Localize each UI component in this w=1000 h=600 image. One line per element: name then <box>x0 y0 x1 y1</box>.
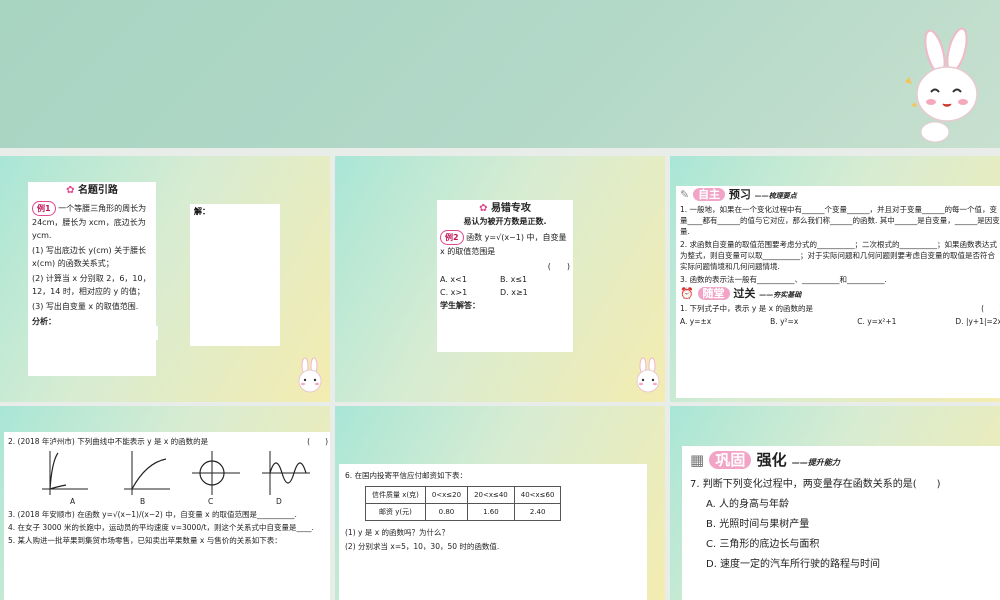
postage-table: 信件质量 x(克) 0<x≤20 20<x≤40 40<x≤60 邮资 y(元)… <box>365 486 562 521</box>
butterfly-icon: ✿ <box>479 203 488 214</box>
graph-d[interactable] <box>258 449 312 497</box>
graph-a[interactable] <box>36 449 90 497</box>
analysis-area[interactable] <box>150 326 158 340</box>
graph-label-b: B <box>140 497 146 506</box>
table-row: 信件质量 x(克) 0<x≤20 20<x≤40 40<x≤60 <box>365 486 562 504</box>
section-title: 易错专攻 <box>490 203 531 214</box>
pencil-icon: ✎ <box>680 188 690 201</box>
option-b[interactable]: B. x≤1 <box>500 275 527 284</box>
slide-consolidation[interactable]: ▦ 巩固 强化 ——提升能力 7. 判断下列变化过程中，两变量存在函数关系的是(… <box>670 406 1000 600</box>
easel-icon: ▦ <box>690 451 705 469</box>
option-a[interactable]: A. 人的身高与年龄 <box>690 495 994 515</box>
self-study-card: ✎ 自主 预习 ——梳理要点 1. 一般地，如果在一个变化过程中有______个… <box>676 186 1000 398</box>
section-title: ✿ 名题引路 <box>66 185 118 196</box>
consolidation-badge: 巩固 <box>709 451 752 469</box>
option-b[interactable]: B. y²=x <box>770 316 798 327</box>
graph-label-c: C <box>208 497 214 506</box>
option-a[interactable]: A. x<1 <box>440 273 500 286</box>
graph-c[interactable] <box>188 449 242 497</box>
option-d[interactable]: D. x≥1 <box>500 288 528 297</box>
mistakes-card: ✿ 易错专攻 易认为被开方数是正数. 例2 函数 y=√(x−1) 中，自变量 … <box>437 200 573 352</box>
slide-common-mistakes[interactable]: ✿ 易错专攻 易认为被开方数是正数. 例2 函数 y=√(x−1) 中，自变量 … <box>335 156 665 402</box>
curve-graphs: A B C D <box>8 449 328 507</box>
alarm-clock-icon: ⏰ <box>680 287 694 300</box>
bunny-mascot-icon <box>905 27 978 143</box>
consolidation-card: ▦ 巩固 强化 ——提升能力 7. 判断下列变化过程中，两变量存在函数关系的是(… <box>682 446 1000 600</box>
postage-card: 6. 在国内投寄平信应付邮资如下表： 信件质量 x(克) 0<x≤20 20<x… <box>339 464 647 600</box>
option-c[interactable]: C. x>1 <box>440 286 500 299</box>
option-c[interactable]: C. y=x²+1 <box>857 316 896 327</box>
option-a[interactable]: A. y=±x <box>680 316 711 327</box>
example-badge: 例2 <box>440 230 464 245</box>
exercises-card: 2. (2018 年泸州市) 下列曲线中不能表示 y 是 x 的函数的是( ) … <box>4 432 330 600</box>
option-d[interactable]: D. 速度一定的汽车所行驶的路程与时间 <box>690 555 994 575</box>
slide-self-study[interactable]: ✎ 自主 预习 ——梳理要点 1. 一般地，如果在一个变化过程中有______个… <box>670 156 1000 402</box>
slide-exercises[interactable]: 2. (2018 年泸州市) 下列曲线中不能表示 y 是 x 的函数的是( ) … <box>0 406 330 600</box>
quiz-badge: 随堂 <box>697 287 730 300</box>
graph-label-d: D <box>276 497 282 506</box>
graph-label-a: A <box>70 497 76 506</box>
example-1-card: ✿ 名题引路 例1 一个等腰三角形的周长为 24cm，腰长为 xcm，底边长为 … <box>28 182 156 376</box>
graph-b[interactable] <box>118 449 172 497</box>
option-b[interactable]: B. 光照时间与果树产量 <box>690 515 994 535</box>
table-row: 邮资 y(元) 0.80 1.60 2.40 <box>365 503 562 521</box>
example-badge: 例1 <box>32 201 56 216</box>
option-d[interactable]: D. |y+1|=2x <box>955 316 1000 327</box>
answer-area[interactable]: 解： <box>190 204 280 346</box>
butterfly-icon: ✿ <box>66 185 75 196</box>
slide-example-1[interactable]: ✿ 名题引路 例1 一个等腰三角形的周长为 24cm，腰长为 xcm，底边长为 … <box>0 156 330 402</box>
preview-badge: 自主 <box>693 188 726 201</box>
title-slide[interactable] <box>0 0 1000 148</box>
bunny-mascot-icon <box>636 357 660 393</box>
slide-postage-table[interactable]: 6. 在国内投寄平信应付邮资如下表： 信件质量 x(克) 0<x≤20 20<x… <box>335 406 665 600</box>
option-c[interactable]: C. 三角形的底边长与面积 <box>690 535 994 555</box>
bunny-mascot-icon <box>298 357 322 393</box>
mistake-note: 易认为被开方数是正数. <box>463 217 547 226</box>
